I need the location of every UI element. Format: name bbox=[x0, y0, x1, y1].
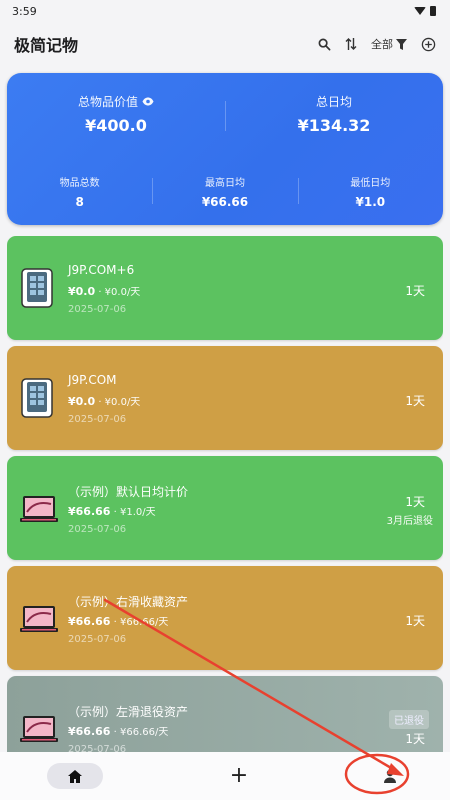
phone-icon bbox=[19, 378, 55, 418]
app-actions: 全部 bbox=[318, 36, 436, 52]
item-price: ¥0.0 bbox=[68, 395, 96, 408]
nav-profile-button[interactable] bbox=[375, 769, 405, 783]
max-daily-block: 最高日均 ¥66.66 bbox=[152, 174, 297, 209]
item-days: 1天 bbox=[405, 614, 425, 628]
item-days: 1天 bbox=[405, 495, 425, 509]
item-name: J9P.COM+6 bbox=[68, 263, 135, 277]
item-per-day: · ¥1.0/天 bbox=[110, 507, 156, 518]
item-date: 2025-07-06 bbox=[68, 634, 127, 645]
daily-avg-label: 总日均 bbox=[315, 95, 352, 109]
retired-badge: 已退役 bbox=[389, 710, 429, 729]
summary-bottom-row: 物品总数 8 最高日均 ¥66.66 最低日均 ¥1.0 bbox=[7, 174, 443, 209]
status-icons bbox=[414, 6, 436, 16]
item-card[interactable]: （示例）默认日均计价 ¥66.66 · ¥1.0/天 2025-07-06 1天… bbox=[7, 456, 443, 560]
item-price: ¥66.66 bbox=[68, 615, 111, 628]
item-name: J9P.COM bbox=[68, 373, 117, 387]
item-days: 1天 bbox=[405, 732, 425, 746]
eye-icon[interactable] bbox=[142, 97, 154, 106]
summary-divider bbox=[225, 101, 226, 131]
min-daily-value: ¥1.0 bbox=[355, 195, 386, 209]
max-daily-value: ¥66.66 bbox=[201, 195, 249, 209]
item-card[interactable]: （示例）右滑收藏资产 ¥66.66 · ¥66.66/天 2025-07-06 … bbox=[7, 566, 443, 670]
item-card[interactable]: J9P.COM+6 ¥0.0 · ¥0.0/天 2025-07-06 1天 bbox=[7, 236, 443, 340]
nav-add-button[interactable]: + bbox=[230, 765, 248, 787]
item-name: （示例）右滑收藏资产 bbox=[68, 595, 189, 609]
item-price: ¥66.66 bbox=[68, 725, 111, 738]
item-card[interactable]: （示例）左滑退役资产 ¥66.66 · ¥66.66/天 2025-07-06 … bbox=[7, 676, 443, 752]
min-daily-block: 最低日均 ¥1.0 bbox=[297, 174, 443, 209]
sort-icon[interactable] bbox=[345, 37, 357, 51]
total-value-label: 总物品价值 bbox=[77, 95, 138, 109]
item-date: 2025-07-06 bbox=[68, 304, 127, 315]
app-bar: 极简记物 全部 bbox=[0, 26, 450, 62]
item-list[interactable]: J9P.COM+6 ¥0.0 · ¥0.0/天 2025-07-06 1天 J9… bbox=[7, 236, 443, 752]
summary-card: 总物品价值 ¥400.0 总日均 ¥134.32 物品总数 8 最高日均 ¥66… bbox=[7, 73, 443, 225]
status-bar: 3:59 bbox=[0, 0, 450, 22]
item-per-day: · ¥66.66/天 bbox=[110, 727, 169, 738]
item-name: （示例）左滑退役资产 bbox=[68, 705, 189, 719]
wifi-icon bbox=[414, 7, 426, 15]
home-icon bbox=[68, 769, 82, 783]
item-date: 2025-07-06 bbox=[68, 744, 127, 752]
add-circle-icon[interactable] bbox=[421, 37, 436, 52]
laptop-icon bbox=[19, 488, 58, 528]
item-name: （示例）默认日均计价 bbox=[68, 485, 189, 499]
filter-icon bbox=[396, 38, 407, 50]
person-icon bbox=[384, 769, 396, 783]
count-block: 物品总数 8 bbox=[7, 174, 152, 209]
app-title: 极简记物 bbox=[14, 36, 79, 55]
item-days: 1天 bbox=[405, 394, 425, 408]
item-price-row: ¥66.66 · ¥66.66/天 bbox=[68, 723, 168, 738]
filter-label: 全部 bbox=[371, 38, 393, 51]
search-icon[interactable] bbox=[318, 38, 331, 51]
phone-icon bbox=[19, 268, 55, 308]
laptop-icon bbox=[19, 708, 58, 748]
daily-avg-value: ¥134.32 bbox=[297, 116, 371, 135]
item-price-row: ¥66.66 · ¥1.0/天 bbox=[68, 503, 156, 518]
item-days: 1天 bbox=[405, 284, 425, 298]
daily-avg-block: 总日均 ¥134.32 bbox=[225, 91, 443, 135]
status-time: 3:59 bbox=[12, 4, 37, 18]
max-daily-label: 最高日均 bbox=[204, 178, 245, 189]
item-price-row: ¥66.66 · ¥66.66/天 bbox=[68, 613, 168, 628]
total-value-label-row: 总物品价值 bbox=[78, 93, 154, 110]
battery-icon bbox=[430, 6, 436, 16]
item-price: ¥0.0 bbox=[68, 285, 96, 298]
item-price-row: ¥0.0 · ¥0.0/天 bbox=[68, 393, 140, 408]
item-per-day: · ¥0.0/天 bbox=[95, 397, 141, 408]
item-date: 2025-07-06 bbox=[68, 524, 127, 535]
item-card[interactable]: J9P.COM ¥0.0 · ¥0.0/天 2025-07-06 1天 bbox=[7, 346, 443, 450]
min-daily-label: 最低日均 bbox=[350, 178, 391, 189]
bottom-nav: + bbox=[0, 752, 450, 800]
total-value-block: 总物品价值 ¥400.0 bbox=[7, 91, 225, 135]
filter-button[interactable]: 全部 bbox=[371, 36, 407, 52]
item-price: ¥66.66 bbox=[68, 505, 111, 518]
item-per-day: · ¥0.0/天 bbox=[95, 287, 141, 298]
count-label: 物品总数 bbox=[59, 178, 100, 189]
item-per-day: · ¥66.66/天 bbox=[110, 617, 169, 628]
nav-home-button[interactable] bbox=[47, 763, 103, 789]
count-value: 8 bbox=[75, 195, 84, 209]
total-value: ¥400.0 bbox=[85, 116, 147, 135]
item-price-row: ¥0.0 · ¥0.0/天 bbox=[68, 283, 140, 298]
item-date: 2025-07-06 bbox=[68, 414, 127, 425]
item-retire-note: 3月后退役 bbox=[386, 516, 433, 527]
laptop-icon bbox=[19, 598, 58, 638]
